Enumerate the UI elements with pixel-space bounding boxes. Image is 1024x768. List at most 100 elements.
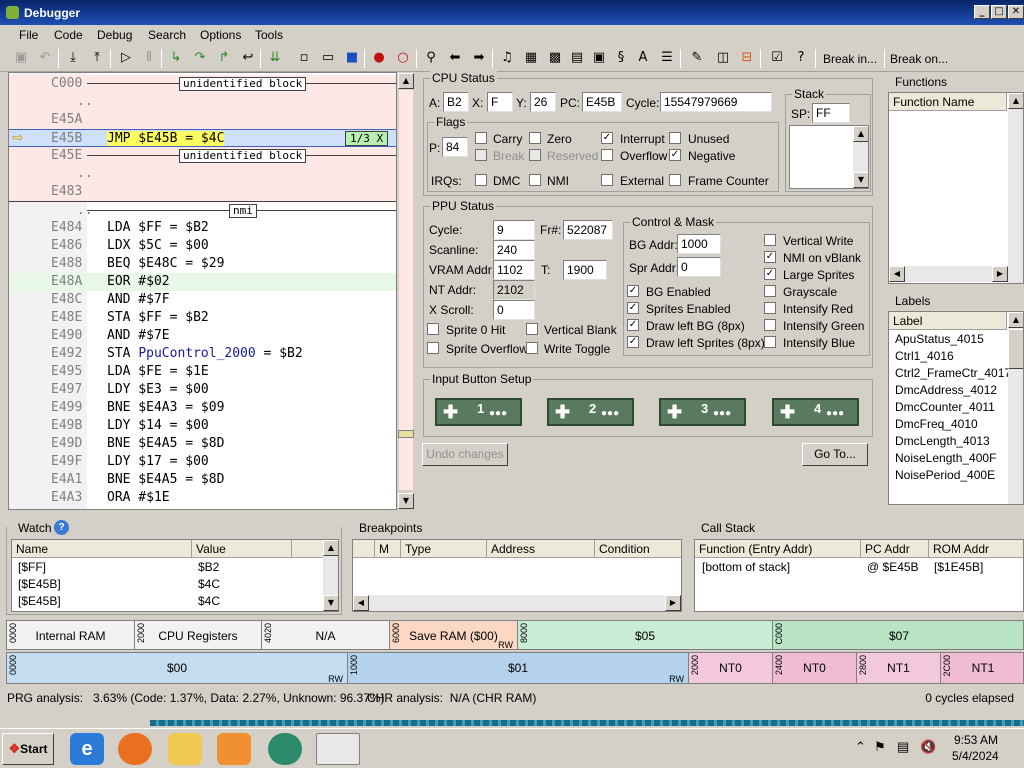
- functions-scroll-right[interactable]: ▶: [992, 266, 1008, 282]
- function-name-header[interactable]: Function Name: [889, 93, 1007, 111]
- break-on-button[interactable]: Break on...: [890, 52, 948, 66]
- a-register-field[interactable]: B2: [443, 92, 469, 112]
- back-arrow-icon[interactable]: ⬅: [446, 49, 464, 67]
- watch-list[interactable]: Name Value [$FF] $B2 [$E45B] $4C [$E45B] $4C …: [11, 539, 339, 612]
- picture-icon[interactable]: ▣: [590, 49, 608, 67]
- label-item[interactable]: DmcAddress_4012: [895, 383, 997, 397]
- functions-list[interactable]: Function Name ▲ ◀ ▶: [888, 92, 1024, 284]
- code-line[interactable]: E492 STA PpuControl_2000 = $B2: [9, 345, 396, 363]
- interrupt-checkbox[interactable]: ✓: [601, 132, 613, 144]
- clock-time[interactable]: 9:53 AM: [954, 733, 998, 747]
- sprites-enabled-checkbox[interactable]: ✓: [627, 302, 639, 314]
- code-line[interactable]: E49B LDY $14 = $00: [9, 417, 396, 435]
- breakpoint-icon[interactable]: ●: [370, 49, 388, 67]
- media-player-icon[interactable]: [217, 733, 251, 765]
- watch-row-name[interactable]: [$FF]: [18, 560, 46, 574]
- gamepad-3-button[interactable]: ✚ 3 ●●●: [659, 398, 746, 426]
- code-line[interactable]: E499 BNE $E4A3 = $09: [9, 399, 396, 417]
- code-line[interactable]: E48C AND #$7F: [9, 291, 396, 309]
- label-item[interactable]: NoisePeriod_400E: [895, 468, 995, 482]
- text-log-icon[interactable]: ☰: [658, 49, 676, 67]
- menu-debug[interactable]: Debug: [97, 28, 132, 42]
- label-item[interactable]: DmcCounter_4011: [895, 400, 995, 414]
- label-item[interactable]: Ctrl1_4016: [895, 349, 954, 363]
- code-line[interactable]: E497 LDY $E3 = $00: [9, 381, 396, 399]
- forward-arrow-icon[interactable]: ➡: [470, 49, 488, 67]
- code-line[interactable]: .. nmi: [9, 201, 396, 219]
- goto-button[interactable]: Go To...: [802, 443, 868, 466]
- p-register-field[interactable]: 84: [442, 137, 468, 157]
- map-prg-05[interactable]: 8000 $05: [518, 621, 773, 649]
- sprite-0-hit-checkbox[interactable]: [427, 323, 439, 335]
- map-chr-01[interactable]: 1000 $01 RW: [348, 653, 689, 683]
- unused-checkbox[interactable]: [669, 132, 681, 144]
- dmc-checkbox[interactable]: [475, 174, 487, 186]
- undo-changes-button[interactable]: Undo changes: [422, 443, 508, 466]
- menu-options[interactable]: Options: [200, 28, 241, 42]
- code-line[interactable]: E495 LDA $FE = $1E: [9, 363, 396, 381]
- menu-file[interactable]: File: [19, 28, 38, 42]
- pause-icon[interactable]: Ⅱ: [140, 49, 158, 67]
- t-field[interactable]: 1900: [563, 260, 607, 280]
- code-line[interactable]: E484 LDA $FF = $B2: [9, 219, 396, 237]
- large-sprites-checkbox[interactable]: ✓: [764, 268, 776, 280]
- break-checkbox[interactable]: [475, 149, 487, 161]
- watch-row-name[interactable]: [$E45B]: [18, 577, 61, 591]
- bp-scroll-left[interactable]: ◀: [353, 595, 369, 611]
- map-chr-00[interactable]: 0000 $00 RW: [7, 653, 348, 683]
- code-line[interactable]: E4A3 ORA #$1E: [9, 489, 396, 507]
- cs-function-header[interactable]: Function (Entry Addr): [695, 540, 861, 558]
- labels-scroll-up[interactable]: ▲: [1008, 312, 1023, 328]
- font-icon[interactable]: A: [634, 49, 652, 67]
- clock-date[interactable]: 5/4/2024: [952, 749, 999, 763]
- export-icon[interactable]: ⤒: [88, 49, 106, 67]
- split-icon[interactable]: ⊟: [738, 49, 756, 67]
- label-item[interactable]: Ctrl2_FrameCtr_4017: [895, 366, 1011, 380]
- intensify-red-checkbox[interactable]: [764, 302, 776, 314]
- code-line[interactable]: E48A EOR #$02: [9, 273, 396, 291]
- carry-checkbox[interactable]: [475, 132, 487, 144]
- code-line[interactable]: E45B JMP $E45B = $4C 1/3 X: [9, 129, 396, 147]
- write-toggle-checkbox[interactable]: [526, 342, 538, 354]
- stack-scroll-up[interactable]: ▲: [853, 126, 868, 142]
- revert-icon[interactable]: ↶: [36, 49, 54, 67]
- cs-row-function[interactable]: [bottom of stack]: [702, 560, 790, 574]
- ppu-cycle-field[interactable]: 9: [493, 220, 535, 240]
- grayscale-checkbox[interactable]: [764, 285, 776, 297]
- disable-breakpoint-icon[interactable]: ○: [394, 49, 412, 67]
- intensify-blue-checkbox[interactable]: [764, 336, 776, 348]
- map-internal-ram[interactable]: 0000 Internal RAM: [7, 621, 135, 649]
- reserved-checkbox[interactable]: [529, 149, 541, 161]
- debugger-task-icon[interactable]: [316, 733, 360, 765]
- code-line[interactable]: E486 LDX $5C = $00: [9, 237, 396, 255]
- code-line[interactable]: E49D BNE $E4A5 = $8D: [9, 435, 396, 453]
- cs-rom-header[interactable]: ROM Addr: [929, 540, 1023, 558]
- nmi-vblank-checkbox[interactable]: ✓: [764, 251, 776, 263]
- breakpoints-list[interactable]: M Type Address Condition ◀ ▶: [352, 539, 682, 612]
- step-back-icon[interactable]: ↩: [239, 49, 257, 67]
- help-icon[interactable]: ?: [792, 49, 810, 67]
- code-line[interactable]: ..: [9, 165, 396, 183]
- map-save-ram[interactable]: 6000 Save RAM ($00) RW: [390, 621, 518, 649]
- cs-row-pc[interactable]: @ $E45B: [867, 560, 919, 574]
- watch-row-value[interactable]: $4C: [198, 594, 220, 608]
- menu-tools[interactable]: Tools: [255, 28, 283, 42]
- chr-viewer-icon[interactable]: ▤: [568, 49, 586, 67]
- break-in-button[interactable]: Break in...: [823, 52, 877, 66]
- step-over-icon[interactable]: ↷: [191, 49, 209, 67]
- gamepad-1-button[interactable]: ✚ 1 ●●●: [435, 398, 522, 426]
- vram-addr-field[interactable]: 1102: [493, 260, 535, 280]
- chat-app-icon[interactable]: [268, 733, 302, 765]
- bp-condition-header[interactable]: Condition: [595, 540, 681, 558]
- vertical-write-checkbox[interactable]: [764, 234, 776, 246]
- folder-icon[interactable]: [168, 733, 202, 765]
- run-cycle-icon[interactable]: ⇊: [266, 49, 284, 67]
- external-checkbox[interactable]: [601, 174, 613, 186]
- map-nt1-a[interactable]: 2800 NT1: [857, 653, 941, 683]
- code-line[interactable]: E488 BEQ $E48C = $29: [9, 255, 396, 273]
- watch-row-value[interactable]: $B2: [198, 560, 219, 574]
- show-hidden-icons-icon[interactable]: ⌃: [855, 739, 866, 755]
- x-register-field[interactable]: F: [487, 92, 513, 112]
- draw-left-bg-checkbox[interactable]: ✓: [627, 319, 639, 331]
- cs-row-rom[interactable]: [$1E45B]: [934, 560, 983, 574]
